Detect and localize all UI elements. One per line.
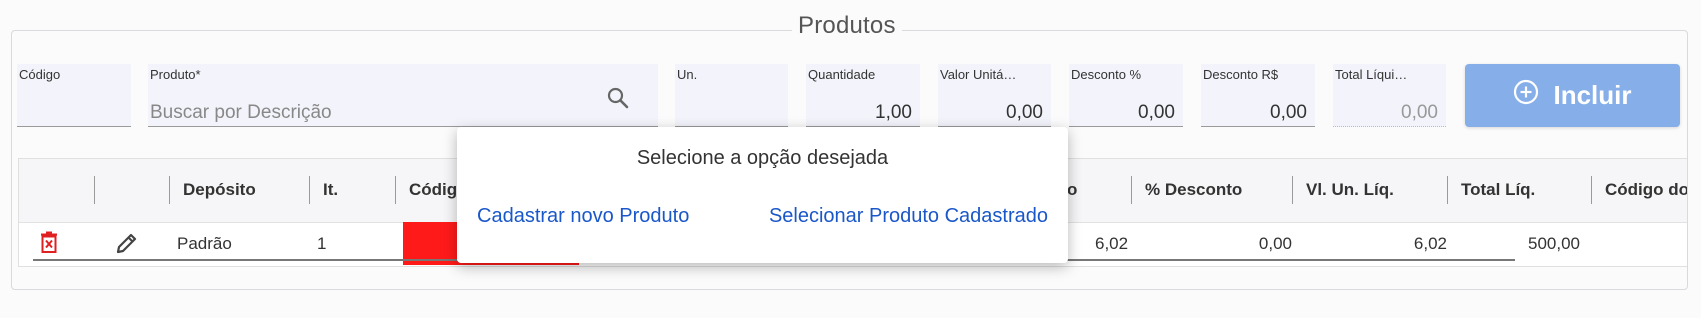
cadastrar-novo-produto-link[interactable]: Cadastrar novo Produto <box>477 205 689 228</box>
section-title: Produtos <box>792 12 902 40</box>
header-deposito[interactable]: Depósito <box>183 180 256 200</box>
cell-deposito: Padrão <box>177 234 232 253</box>
cell-desconto: 0,00 <box>1258 234 1292 253</box>
quantidade-field[interactable]: Quantidade 1,00 <box>806 64 920 127</box>
desconto-rs-value: 0,00 <box>1270 102 1307 123</box>
quantidade-label: Quantidade <box>808 67 876 82</box>
codigo-field[interactable]: Código <box>17 64 131 127</box>
total-liquido-label: Total Líqui… <box>1335 67 1408 82</box>
codigo-label: Código <box>19 67 61 82</box>
column-separator[interactable] <box>1591 176 1592 204</box>
header-item[interactable]: It. <box>323 180 338 200</box>
desconto-rs-field[interactable]: Desconto R$ 0,00 <box>1201 64 1315 127</box>
selecionar-produto-cadastrado-link[interactable]: Selecionar Produto Cadastrado <box>769 205 1048 228</box>
total-liquido-field: Total Líqui… 0,00 <box>1333 64 1446 127</box>
pencil-icon[interactable] <box>115 231 139 260</box>
column-separator[interactable] <box>169 176 170 204</box>
column-separator[interactable] <box>309 176 310 204</box>
desconto-rs-label: Desconto R$ <box>1203 67 1279 82</box>
header-codigo-do[interactable]: Código do <box>1605 180 1687 200</box>
produto-label: Produto* <box>150 67 201 82</box>
valor-unitario-value: 0,00 <box>1006 102 1043 123</box>
option-popup: Selecione a opção desejada Cadastrar nov… <box>457 127 1068 263</box>
header-vl-un-liq[interactable]: Vl. Un. Líq. <box>1306 180 1394 200</box>
column-separator[interactable] <box>395 176 396 204</box>
produto-placeholder: Buscar por Descrição <box>150 102 332 123</box>
desconto-pct-field[interactable]: Desconto % 0,00 <box>1069 64 1183 127</box>
desconto-pct-value: 0,00 <box>1138 102 1175 123</box>
header-total-liq[interactable]: Total Líq. <box>1461 180 1535 200</box>
column-separator[interactable] <box>1292 176 1293 204</box>
total-liquido-value: 0,00 <box>1401 102 1438 123</box>
unidade-field[interactable]: Un. <box>675 64 788 127</box>
cell-preco: 6,02 <box>1095 234 1129 253</box>
incluir-button[interactable]: Incluir <box>1465 64 1680 127</box>
header-desconto[interactable]: % Desconto <box>1145 180 1242 200</box>
column-separator[interactable] <box>1447 176 1448 204</box>
column-separator[interactable] <box>94 176 95 204</box>
plus-circle-icon <box>1513 79 1539 112</box>
cell-item: 1 <box>317 234 327 253</box>
popup-title: Selecione a opção desejada <box>636 147 889 169</box>
unidade-label: Un. <box>677 67 698 82</box>
valor-unitario-field[interactable]: Valor Unitá… 0,00 <box>938 64 1051 127</box>
desconto-pct-label: Desconto % <box>1071 67 1142 82</box>
trash-icon[interactable] <box>40 231 58 258</box>
produto-search-input[interactable]: Produto* Buscar por Descrição <box>148 64 658 127</box>
cell-total-liq: 500,00 <box>1528 234 1580 253</box>
cell-vl-un-liq: 6,02 <box>1413 234 1447 253</box>
header-preco[interactable]: o <box>1067 180 1077 200</box>
quantidade-value: 1,00 <box>875 102 912 123</box>
valor-unitario-label: Valor Unitá… <box>940 67 1017 82</box>
search-icon[interactable] <box>606 86 630 115</box>
incluir-label: Incluir <box>1553 80 1632 110</box>
column-separator[interactable] <box>1131 176 1132 204</box>
